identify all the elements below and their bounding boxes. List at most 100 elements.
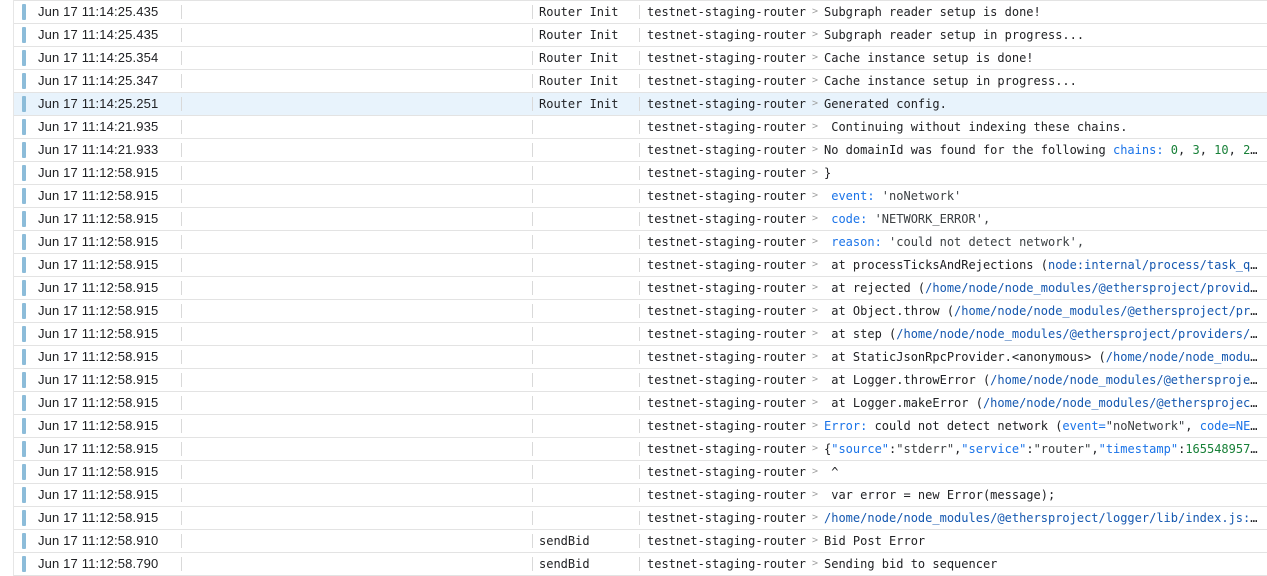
chevron-right-icon[interactable]: > [812, 369, 822, 391]
chevron-right-icon[interactable]: > [812, 139, 822, 161]
chevron-right-icon[interactable]: > [812, 1, 822, 23]
message-token[interactable]: /home/node/node_modules/@ethersproject/p… [925, 281, 1261, 295]
log-row[interactable]: Jun 17 11:12:58.915 testnet-staging-route… [14, 323, 1267, 346]
chevron-right-icon[interactable]: > [812, 254, 822, 276]
message-token[interactable]: /home/node/node_modules/@ethersproject/l… [824, 511, 1261, 525]
chevron-right-icon[interactable]: > [812, 93, 822, 115]
severity-indicator [22, 50, 26, 66]
message-token[interactable]: /home/node/node_modules/@ethersprojec… [990, 373, 1261, 387]
chevron-right-icon[interactable]: > [812, 277, 822, 299]
column-divider [181, 51, 182, 65]
chevron-right-icon[interactable]: > [812, 185, 822, 207]
column-divider [639, 557, 640, 571]
message-token[interactable]: node:internal/process/task_qu… [1048, 258, 1261, 272]
log-row[interactable]: Jun 17 11:12:58.915 testnet-staging-route… [14, 185, 1267, 208]
log-row[interactable]: Jun 17 11:14:21.935 testnet-staging-route… [14, 116, 1267, 139]
log-context [539, 438, 634, 460]
chevron-right-icon[interactable]: > [812, 392, 822, 414]
log-row[interactable]: Jun 17 11:12:58.915 testnet-staging-route… [14, 461, 1267, 484]
log-row[interactable]: Jun 17 11:12:58.915 testnet-staging-route… [14, 277, 1267, 300]
column-divider [639, 304, 640, 318]
log-row[interactable]: Jun 17 11:12:58.910 sendBid testnet-stagin… [14, 530, 1267, 553]
chevron-right-icon[interactable]: > [812, 231, 822, 253]
log-row[interactable]: Jun 17 11:12:58.915 testnet-staging-route… [14, 392, 1267, 415]
chevron-right-icon[interactable]: > [812, 415, 822, 437]
message-token: chains: [1112, 143, 1171, 157]
log-row[interactable]: Jun 17 11:14:21.933 testnet-staging-route… [14, 139, 1267, 162]
log-row[interactable]: Jun 17 11:12:58.915 testnet-staging-route… [14, 300, 1267, 323]
chevron-right-icon[interactable]: > [812, 438, 822, 460]
log-row[interactable]: Jun 17 11:14:25.347 Router Init testnet-st… [14, 70, 1267, 93]
log-context [539, 277, 634, 299]
message-token[interactable]: /home/node/node_modules/@ethersproject/p… [896, 327, 1261, 341]
message-token: reason: [824, 235, 890, 249]
log-row[interactable]: Jun 17 11:12:58.915 testnet-staging-route… [14, 415, 1267, 438]
message-token: "router" [1033, 442, 1092, 456]
log-timestamp: Jun 17 11:12:58.915 [38, 441, 159, 456]
message-token: 'noNetwork' [881, 189, 962, 203]
log-service: testnet-staging-router [647, 557, 806, 571]
message-token: could not detect network ( [874, 419, 1063, 433]
log-row[interactable]: Jun 17 11:12:58.915 testnet-staging-route… [14, 208, 1267, 231]
column-divider [181, 304, 182, 318]
column-divider [532, 442, 533, 456]
log-timestamp: Jun 17 11:14:25.251 [38, 96, 159, 111]
log-service: testnet-staging-router [647, 97, 806, 111]
log-row[interactable]: Jun 17 11:14:25.354 Router Init testnet-st… [14, 47, 1267, 70]
log-service: testnet-staging-router [647, 212, 806, 226]
chevron-right-icon[interactable]: > [812, 24, 822, 46]
message-token[interactable]: /home/node/node_modul… [1106, 350, 1261, 364]
column-divider [639, 97, 640, 111]
chevron-right-icon[interactable]: > [812, 530, 822, 552]
chevron-right-icon[interactable]: > [812, 346, 822, 368]
message-token: event: [824, 189, 882, 203]
log-row[interactable]: Jun 17 11:12:58.915 testnet-staging-route… [14, 162, 1267, 185]
message-token[interactable]: /home/node/node_modules/@ethersproject… [983, 396, 1261, 410]
chevron-right-icon[interactable]: > [812, 323, 822, 345]
column-divider [181, 396, 182, 410]
log-row[interactable]: Jun 17 11:12:58.915 testnet-staging-route… [14, 484, 1267, 507]
message-token: Cache instance setup in progress... [824, 74, 1077, 88]
message-token: 10 [1214, 143, 1229, 157]
column-divider [639, 212, 640, 226]
log-context [539, 392, 634, 414]
log-row[interactable]: Jun 17 11:14:25.435 Router Init testnet-st… [14, 24, 1267, 47]
chevron-right-icon[interactable]: > [812, 47, 822, 69]
log-timestamp: Jun 17 11:14:25.435 [38, 27, 159, 42]
message-token: "timestamp" [1098, 442, 1179, 456]
message-token: , [1178, 143, 1193, 157]
message-token: var error = new Error(message); [824, 488, 1056, 502]
log-timestamp: Jun 17 11:12:58.910 [38, 533, 159, 548]
log-row[interactable]: Jun 17 11:14:25.435 Router Init testnet-st… [14, 0, 1267, 24]
log-row[interactable]: Jun 17 11:12:58.915 testnet-staging-route… [14, 369, 1267, 392]
log-row[interactable]: Jun 17 11:12:58.915 testnet-staging-route… [14, 507, 1267, 530]
column-divider [532, 166, 533, 180]
log-row[interactable]: Jun 17 11:12:58.915 testnet-staging-route… [14, 231, 1267, 254]
message-token: , [1199, 143, 1215, 157]
chevron-right-icon[interactable]: > [812, 553, 822, 575]
chevron-right-icon[interactable]: > [812, 162, 822, 184]
chevron-right-icon[interactable]: > [812, 484, 822, 506]
column-divider [181, 143, 182, 157]
log-message: at StaticJsonRpcProvider.<anonymous> (/h… [824, 346, 1261, 368]
chevron-right-icon[interactable]: > [812, 208, 822, 230]
log-row[interactable]: Jun 17 11:12:58.915 testnet-staging-route… [14, 346, 1267, 369]
log-row[interactable]: Jun 17 11:12:58.915 testnet-staging-route… [14, 438, 1267, 461]
column-divider [532, 350, 533, 364]
column-divider [181, 258, 182, 272]
chevron-right-icon[interactable]: > [812, 461, 822, 483]
log-row[interactable]: Jun 17 11:12:58.915 testnet-staging-route… [14, 254, 1267, 277]
chevron-right-icon[interactable]: > [812, 116, 822, 138]
column-divider [181, 511, 182, 525]
log-context [539, 208, 634, 230]
column-divider [639, 189, 640, 203]
message-token: at step ( [824, 327, 897, 341]
column-divider [532, 557, 533, 571]
chevron-right-icon[interactable]: > [812, 507, 822, 529]
chevron-right-icon[interactable]: > [812, 300, 822, 322]
log-row[interactable]: Jun 17 11:14:25.251 Router Init testnet-st… [14, 93, 1267, 116]
message-token[interactable]: /home/node/node_modules/@ethersproject/p… [954, 304, 1261, 318]
log-service: testnet-staging-router [647, 488, 806, 502]
log-context: sendBid [539, 534, 590, 548]
chevron-right-icon[interactable]: > [812, 70, 822, 92]
